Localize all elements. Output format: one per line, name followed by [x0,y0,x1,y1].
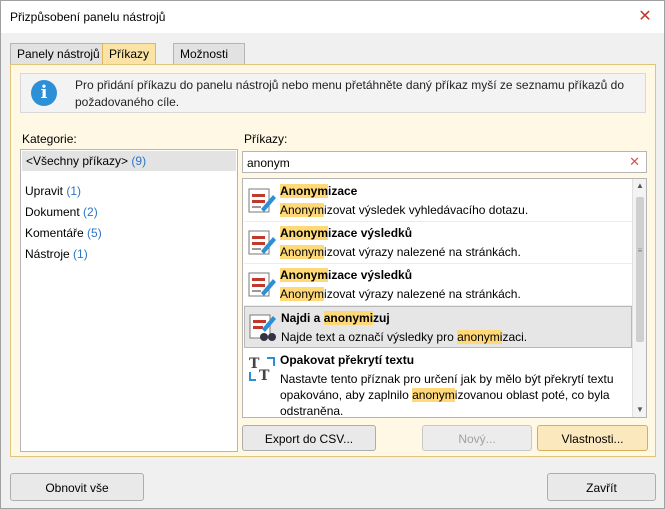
category-all[interactable]: <Všechny příkazy> (9) [22,151,236,171]
new-button[interactable]: Nový... [422,425,532,451]
category-item-comments[interactable]: Komentáře (5) [25,226,102,240]
command-item-selected[interactable]: Najdi a anonymizuj Najde text a označí v… [244,306,632,348]
categories-label: Kategorie: [22,132,77,146]
command-description: Najde text a označí výsledky pro anonymi… [281,330,528,344]
grip-icon: ≡ [637,246,643,255]
scrollbar-thumb[interactable] [636,197,644,342]
clear-search-icon[interactable]: ✕ [629,154,640,170]
info-text: Pro přidání příkazu do panelu nástrojů n… [75,78,624,109]
customize-toolbar-dialog: Přizpůsobení panelu nástrojů ✕ Panely ná… [0,0,665,509]
command-item[interactable]: T T Opakovat překrytí textu Nastavte ten… [244,349,632,417]
category-item-edit[interactable]: Upravit (1) [25,184,81,198]
commands-panel: i Pro přidání příkazu do panelu nástrojů… [10,64,656,457]
tab-commands[interactable]: Příkazy [102,43,157,66]
scroll-down-icon[interactable]: ▼ [635,405,645,415]
command-list-scrollbar[interactable]: ▲ ≡ ▼ [632,179,646,417]
category-list[interactable]: <Všechny příkazy> (9) Upravit (1) Dokume… [20,149,238,452]
command-list[interactable]: Anonymizace Anonymizovat výsledek vyhled… [242,178,647,418]
window-title: Přizpůsobení panelu nástrojů [10,10,166,24]
command-description: Nastavte tento příznak pro určení jak by… [280,372,614,418]
category-item-tools[interactable]: Nástroje (1) [25,247,88,261]
command-description: Anonymizovat výrazy nalezené na stránkác… [280,287,521,301]
tab-options[interactable]: Možnosti [173,43,245,65]
repeat-text-overlay-icon: T T [249,356,275,384]
svg-text:T: T [259,368,270,384]
info-icon: i [31,80,57,106]
title-bar: Přizpůsobení panelu nástrojů ✕ [1,1,664,33]
scroll-up-icon[interactable]: ▲ [635,181,645,191]
command-title: Opakovat překrytí textu [280,353,415,367]
command-description: Anonymizovat výrazy nalezené na stránkác… [280,245,521,259]
command-item[interactable]: Anonymizace výsledků Anonymizovat výrazy… [244,264,632,306]
command-search: ✕ [242,151,647,173]
tab-toolbars[interactable]: Panely nástrojů [10,43,107,65]
find-redact-icon [249,314,276,341]
search-input[interactable] [247,155,617,170]
command-title: Anonymizace výsledků [280,268,413,282]
redact-pencil-icon [248,230,276,255]
info-box: i Pro přidání příkazu do panelu nástrojů… [20,73,646,113]
command-item[interactable]: Anonymizace Anonymizovat výsledek vyhled… [244,180,632,222]
category-item-document[interactable]: Dokument (2) [25,205,98,219]
reset-all-button[interactable]: Obnovit vše [10,473,144,501]
properties-button[interactable]: Vlastnosti... [537,425,648,451]
export-csv-button[interactable]: Export do CSV... [242,425,376,451]
commands-label: Příkazy: [244,132,288,146]
command-title: Anonymizace [280,184,358,198]
redact-pencil-icon [248,188,276,213]
command-title: Anonymizace výsledků [280,226,413,240]
redact-pencil-icon [248,272,276,297]
close-button[interactable]: Zavřít [547,473,656,501]
command-title: Najdi a anonymizuj [281,311,390,325]
close-icon[interactable]: ✕ [636,8,654,26]
command-description: Anonymizovat výsledek vyhledávacího dota… [280,203,529,217]
command-item[interactable]: Anonymizace výsledků Anonymizovat výrazy… [244,222,632,264]
